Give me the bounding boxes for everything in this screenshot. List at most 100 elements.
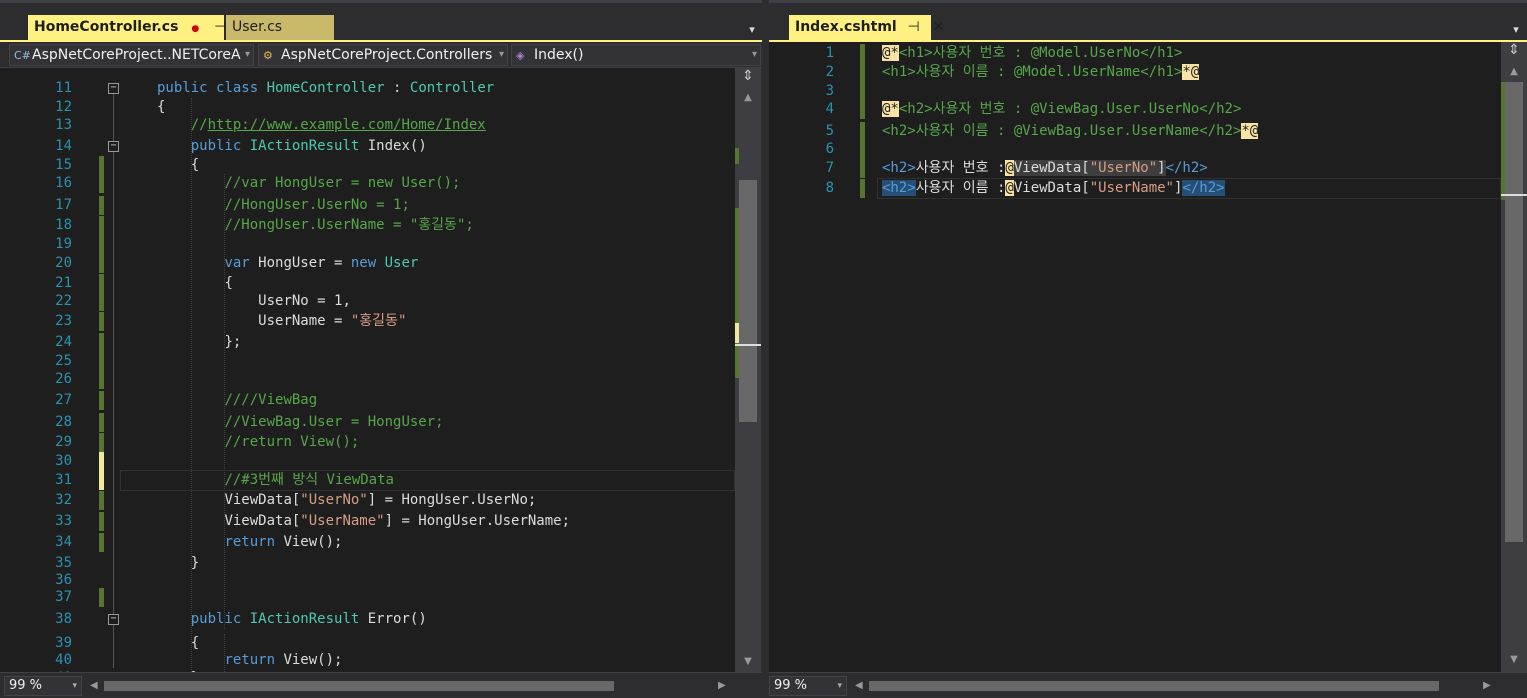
code-line[interactable]: 18 //HongUser.UserName = "홍길동";: [0, 216, 735, 235]
collapse-region-icon[interactable]: −: [108, 141, 119, 152]
change-marker: [99, 156, 104, 175]
scroll-up-icon[interactable]: ▲: [1501, 66, 1527, 77]
code-line[interactable]: 28 //ViewBag.User = HongUser;: [0, 413, 735, 432]
code-text: UserNo = 1,: [258, 292, 351, 311]
change-marker: [99, 413, 104, 432]
tab-label: HomeController.cs: [34, 19, 179, 35]
code-token: IActionResult: [249, 138, 360, 154]
code-text: public class HomeController : Controller: [157, 79, 494, 98]
code-line[interactable]: 27 ////ViewBag: [0, 391, 735, 410]
split-window-icon[interactable]: ⇕: [1501, 42, 1527, 62]
pane-splitter[interactable]: [762, 0, 769, 698]
scroll-up-icon[interactable]: ▲: [735, 92, 761, 103]
modified-indicator-icon: ●: [191, 24, 200, 34]
zoom-level-dropdown[interactable]: 99 % ▾: [769, 676, 847, 696]
left-horizontal-scrollbar[interactable]: ◀ ▶: [88, 679, 733, 693]
code-line[interactable]: 5 <h2>사용자 이름 : @ViewBag.User.UserName</h2…: [769, 122, 1501, 141]
project-dropdown[interactable]: C#AspNetCoreProject..NETCoreA ▾: [9, 44, 254, 66]
code-line[interactable]: 31 //#3번째 방식 ViewData: [0, 471, 735, 490]
code-line[interactable]: 11 − public class HomeController : Control…: [0, 79, 735, 98]
change-marker: [860, 82, 865, 101]
code-line[interactable]: 17 //HongUser.UserNo = 1;: [0, 196, 735, 215]
code-line[interactable]: 20 var HongUser = new User: [0, 254, 735, 273]
class-icon: ⚙: [263, 49, 273, 62]
split-window-icon[interactable]: ⇕: [735, 68, 761, 88]
code-line[interactable]: 1 @*<h1>사용자 번호 : @Model.UserNo</h1>: [769, 44, 1501, 63]
code-token: *@: [1241, 123, 1259, 139]
code-line[interactable]: 2 <h1>사용자 이름 : @Model.UserName</h1>*@: [769, 63, 1501, 82]
code-line[interactable]: 22 UserNo = 1,: [0, 292, 735, 311]
code-line[interactable]: 7 <h2>사용자 번호 :@ViewData["UserNo"]</h2>: [769, 159, 1501, 178]
code-line[interactable]: 23 UserName = "홍길동": [0, 312, 735, 331]
code-line[interactable]: 24};: [0, 333, 735, 352]
close-icon[interactable]: ✕: [930, 15, 946, 40]
line-number: 15: [55, 157, 72, 173]
scroll-down-icon[interactable]: ▼: [735, 656, 761, 667]
code-editor-homecontroller[interactable]: 11 − public class HomeController : Control…: [0, 68, 735, 672]
scrollbar-thumb[interactable]: [1505, 82, 1523, 542]
scroll-down-icon[interactable]: ▼: [1501, 654, 1527, 665]
tab-user-cs[interactable]: User.cs: [226, 15, 334, 40]
right-vertical-scrollbar[interactable]: ⇕ ▲ ▼: [1501, 42, 1527, 672]
code-line[interactable]: 13 //http://www.example.com/Home/Index: [0, 116, 735, 135]
code-line[interactable]: 32 ViewData["UserNo"] = HongUser.UserNo;: [0, 491, 735, 510]
line-number: 1: [825, 45, 834, 61]
code-line[interactable]: 30: [0, 452, 735, 471]
code-token: IActionResult: [249, 611, 360, 627]
code-line[interactable]: 14 − public IActionResult Index(): [0, 137, 735, 156]
code-line[interactable]: 29 //return View();: [0, 433, 735, 452]
code-line[interactable]: 16 //var HongUser = new User();: [0, 174, 735, 193]
code-line[interactable]: 3: [769, 82, 1501, 101]
chevron-down-icon: ▾: [837, 681, 842, 691]
scrollbar-thumb[interactable]: [104, 681, 614, 691]
tab-index-cshtml[interactable]: Index.cshtml ⊣ ✕: [789, 15, 944, 40]
code-line[interactable]: 26: [0, 370, 735, 389]
line-number: 30: [55, 453, 72, 469]
code-line[interactable]: 34 return View();: [0, 533, 735, 552]
line-number: 5: [825, 123, 834, 139]
code-line[interactable]: 33 ViewData["UserName"] = HongUser.UserNa…: [0, 512, 735, 531]
scrollbar-thumb[interactable]: [869, 681, 1439, 691]
line-number: 2: [825, 64, 834, 80]
scroll-right-icon[interactable]: ▶: [1483, 679, 1491, 693]
tab-homecontroller[interactable]: HomeController.cs ● ⊣ ✕: [28, 15, 251, 40]
collapse-region-icon[interactable]: −: [108, 614, 119, 625]
scrollbar-thumb[interactable]: [739, 180, 757, 422]
code-text: public IActionResult Index(): [191, 137, 427, 156]
code-editor-index-cshtml[interactable]: 1 @*<h1>사용자 번호 : @Model.UserNo</h1> 2 <h1>사…: [769, 42, 1501, 672]
code-token: ] = HongUser.UserNo;: [367, 492, 537, 508]
tab-list-dropdown-icon[interactable]: ▾: [1509, 24, 1523, 36]
chevron-down-icon: ▾: [244, 49, 250, 60]
code-token: ////ViewBag: [224, 392, 318, 408]
code-line[interactable]: 12 {: [0, 98, 735, 117]
left-vertical-scrollbar[interactable]: ⇕ ▲ ▼: [735, 68, 761, 672]
code-token: return: [224, 652, 284, 668]
code-token: HomeController: [266, 80, 385, 96]
scroll-left-icon[interactable]: ◀: [90, 679, 98, 693]
code-line[interactable]: 40 return View();: [0, 651, 735, 670]
member-dropdown[interactable]: ◈ Index() ▾: [511, 44, 761, 66]
code-line[interactable]: 19: [0, 235, 735, 254]
scroll-right-icon[interactable]: ▶: [718, 679, 726, 693]
code-token: Error(): [359, 611, 427, 627]
code-line[interactable]: 6: [769, 140, 1501, 159]
code-line[interactable]: 38 − public IActionResult Error(): [0, 610, 735, 629]
right-horizontal-scrollbar[interactable]: ◀ ▶: [853, 679, 1498, 693]
code-line[interactable]: 21 {: [0, 274, 735, 293]
code-text: <h2>사용자 번호 :@ViewData["UserNo"]</h2>: [882, 159, 1208, 178]
navigation-bar: C#AspNetCoreProject..NETCoreA ▾ ⚙ AspNetC…: [0, 42, 762, 68]
pin-icon[interactable]: ⊣: [906, 15, 922, 40]
code-line[interactable]: 8 <h2>사용자 이름 :@ViewData["UserName"]</h2>: [769, 179, 1501, 198]
code-token: <h1>사용자 이름 : @Model.UserName</h1>: [882, 64, 1183, 80]
code-line[interactable]: 4 @*<h2>사용자 번호 : @ViewBag.User.UserNo</h2…: [769, 100, 1501, 119]
code-line[interactable]: 37: [0, 588, 735, 607]
zoom-level-dropdown[interactable]: 99 % ▾: [4, 676, 82, 696]
collapse-region-icon[interactable]: −: [108, 83, 119, 94]
change-marker: [860, 179, 865, 198]
tab-list-dropdown-icon[interactable]: ▾: [745, 24, 759, 36]
class-dropdown[interactable]: ⚙ AspNetCoreProject.Controllers ▾: [258, 44, 508, 66]
scroll-left-icon[interactable]: ◀: [855, 679, 863, 693]
code-line[interactable]: 25: [0, 352, 735, 371]
csharp-project-icon: C#: [14, 49, 31, 62]
code-line[interactable]: 15 {: [0, 156, 735, 175]
